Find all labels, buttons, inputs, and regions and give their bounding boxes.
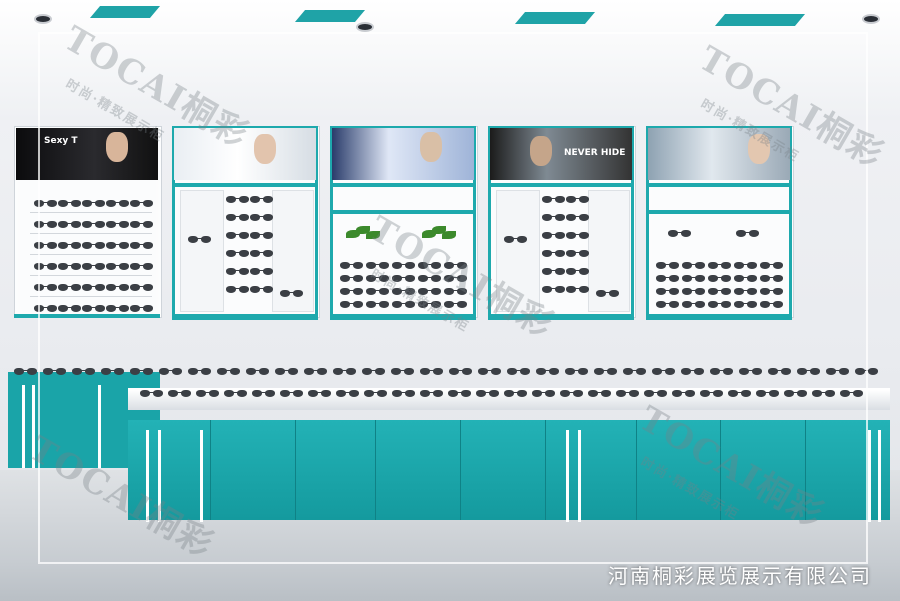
ceiling-downlight (358, 24, 372, 30)
ceiling-downlight (864, 16, 878, 22)
ceiling-teal-strip (294, 10, 366, 22)
sunglasses (14, 368, 37, 378)
ceiling-teal-strip (514, 12, 596, 24)
counter-stripe (878, 430, 881, 522)
counter-stripe (22, 385, 25, 468)
ceiling-downlight (36, 16, 50, 22)
ceiling-teal-strip (89, 6, 161, 18)
company-caption: 河南桐彩展览展示有限公司 (608, 564, 872, 588)
store-scene: Sexy T NEVER HIDE TOCAI桐彩 时尚·精致展示柜 TOCAI桐… (0, 0, 900, 601)
counter-stripe (868, 430, 871, 522)
ceiling-teal-strip (714, 14, 806, 26)
